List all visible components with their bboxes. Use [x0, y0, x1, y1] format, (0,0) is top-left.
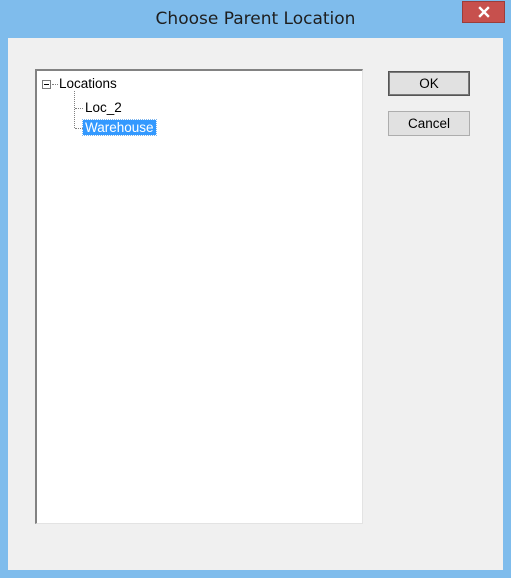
- tree-node-label: Loc_2: [85, 100, 122, 115]
- tree-connector: [74, 91, 75, 128]
- tree-root-node[interactable]: Locations: [59, 75, 117, 93]
- title-bar[interactable]: Choose Parent Location: [0, 0, 511, 36]
- tree-connector: [75, 128, 83, 129]
- tree-node-warehouse[interactable]: Warehouse: [82, 119, 157, 137]
- cancel-button[interactable]: Cancel: [388, 111, 470, 136]
- window-title: Choose Parent Location: [155, 9, 356, 29]
- ok-button[interactable]: OK: [388, 71, 470, 96]
- tree-node-label-selected: Warehouse: [82, 119, 157, 136]
- close-icon: [477, 6, 490, 18]
- tree-connector: [52, 84, 58, 85]
- tree-connector: [75, 108, 83, 109]
- tree-node-loc-2[interactable]: Loc_2: [85, 99, 122, 117]
- tree-root-label: Locations: [59, 76, 117, 91]
- dialog-window: Choose Parent Location Locations Loc_2 W…: [0, 0, 511, 578]
- dialog-client-area: Locations Loc_2 Warehouse OK Cancel: [8, 38, 503, 570]
- location-tree[interactable]: Locations Loc_2 Warehouse: [35, 69, 363, 524]
- collapse-icon[interactable]: [42, 80, 51, 89]
- close-button[interactable]: [462, 1, 505, 23]
